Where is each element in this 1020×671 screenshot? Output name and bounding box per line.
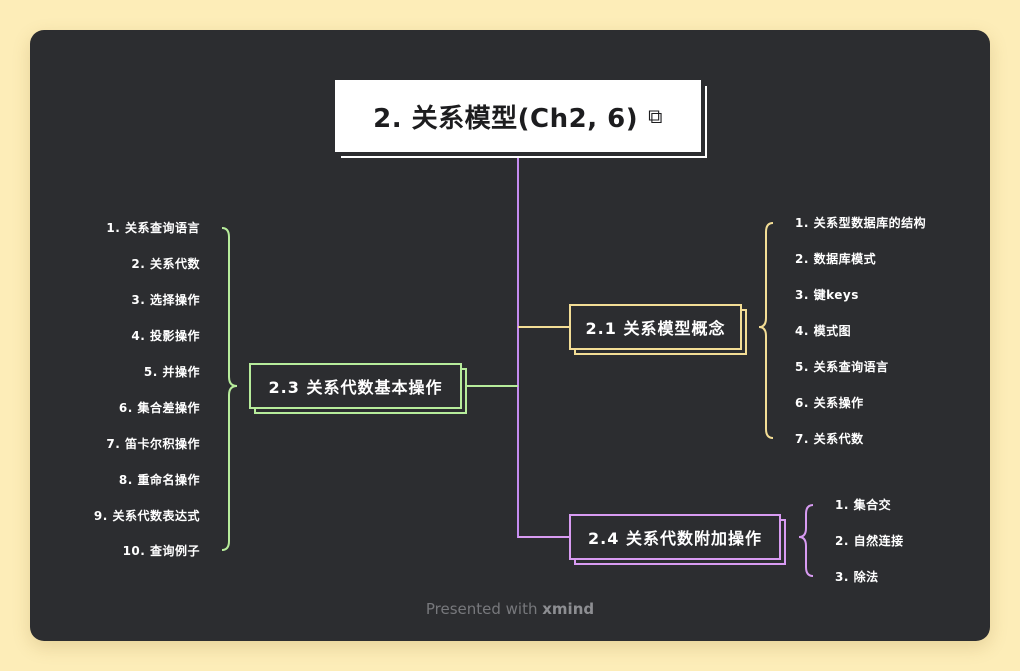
xmind-logo: xmind <box>542 600 595 618</box>
leaf-2-3-4[interactable]: 4. 投影操作 <box>131 328 200 344</box>
topic-2-3-label: 2.3 关系代数基本操作 <box>268 378 443 397</box>
leaf-2-3-2[interactable]: 2. 关系代数 <box>131 256 200 272</box>
leaf-2-3-6[interactable]: 6. 集合差操作 <box>119 400 200 416</box>
brace-2-1 <box>758 222 774 439</box>
topic-2-1[interactable]: 2.1 关系模型概念 <box>569 304 742 350</box>
brace-2-3 <box>221 227 238 551</box>
leaf-2-3-8[interactable]: 8. 重命名操作 <box>119 472 200 488</box>
footer-credit: Presented with xmind <box>0 600 1020 618</box>
topic-2-4-label: 2.4 关系代数附加操作 <box>588 529 762 548</box>
leaf-2-3-1[interactable]: 1. 关系查询语言 <box>106 220 200 236</box>
leaf-2-1-3[interactable]: 3. 键keys <box>795 287 859 303</box>
leaf-2-1-7[interactable]: 7. 关系代数 <box>795 431 864 447</box>
topic-2-4[interactable]: 2.4 关系代数附加操作 <box>569 514 781 560</box>
link-icon[interactable]: ⧉ <box>648 104 663 128</box>
leaf-2-3-5[interactable]: 5. 并操作 <box>144 364 200 380</box>
leaf-2-3-3[interactable]: 3. 选择操作 <box>131 292 200 308</box>
leaf-2-1-5[interactable]: 5. 关系查询语言 <box>795 359 889 375</box>
footer-prefix: Presented with <box>425 600 543 618</box>
leaf-2-4-3[interactable]: 3. 除法 <box>835 569 879 585</box>
topic-2-3[interactable]: 2.3 关系代数基本操作 <box>249 363 462 409</box>
leaf-2-1-1[interactable]: 1. 关系型数据库的结构 <box>795 215 926 231</box>
root-title: 2. 关系模型(Ch2, 6) <box>373 103 639 134</box>
root-topic[interactable]: 2. 关系模型(Ch2, 6) ⧉ <box>335 80 701 152</box>
leaf-2-4-2[interactable]: 2. 自然连接 <box>835 533 904 549</box>
brace-2-4 <box>798 504 814 577</box>
leaf-2-1-6[interactable]: 6. 关系操作 <box>795 395 864 411</box>
leaf-2-1-4[interactable]: 4. 模式图 <box>795 323 851 339</box>
topic-2-1-label: 2.1 关系模型概念 <box>585 319 726 338</box>
leaf-2-3-10[interactable]: 10. 查询例子 <box>123 543 200 559</box>
leaf-2-3-7[interactable]: 7. 笛卡尔积操作 <box>106 436 200 452</box>
leaf-2-1-2[interactable]: 2. 数据库模式 <box>795 251 876 267</box>
leaf-2-3-9[interactable]: 9. 关系代数表达式 <box>94 508 200 524</box>
leaf-2-4-1[interactable]: 1. 集合交 <box>835 497 891 513</box>
